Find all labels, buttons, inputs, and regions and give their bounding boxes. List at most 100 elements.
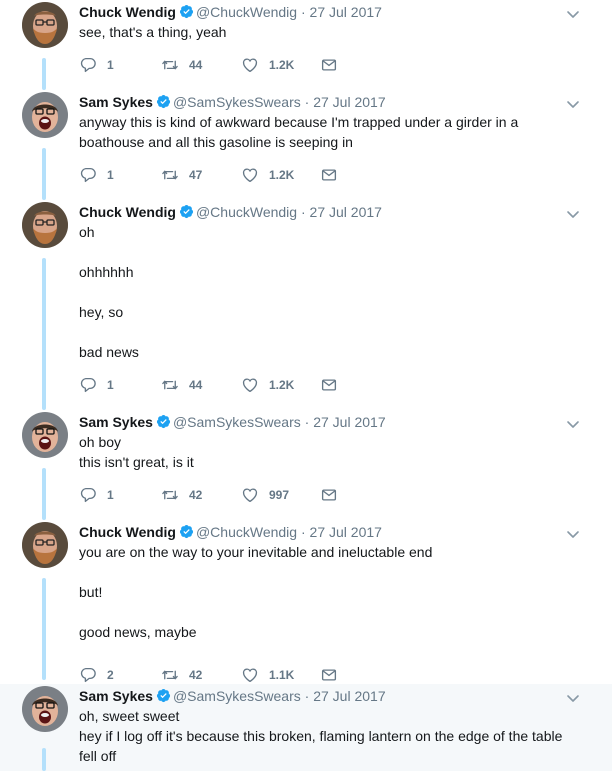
separator-dot: · <box>300 524 306 540</box>
verified-badge-icon <box>179 4 194 19</box>
like-count: 997 <box>269 488 290 502</box>
avatar[interactable] <box>22 92 68 138</box>
avatar[interactable] <box>22 202 68 248</box>
retweet-count: 44 <box>189 58 203 72</box>
avatar[interactable] <box>22 2 68 48</box>
more-options-chevron-down-icon[interactable] <box>565 690 581 706</box>
like-icon <box>241 166 259 184</box>
separator-dot: · <box>304 414 310 430</box>
direct-message-icon <box>320 486 338 504</box>
separator-dot: · <box>300 204 306 220</box>
like-button[interactable]: 1.1K <box>241 665 294 685</box>
author-handle[interactable]: @SamSykesSwears <box>173 414 301 430</box>
thread-connector-line <box>42 578 46 680</box>
like-button[interactable]: 1.2K <box>241 55 294 75</box>
reply-count: 2 <box>107 668 114 682</box>
like-button[interactable]: 1.2K <box>241 375 294 395</box>
direct-message-button[interactable] <box>320 165 338 185</box>
tweet-text-line: you are on the way to your inevitable an… <box>79 544 433 560</box>
direct-message-icon <box>320 56 338 74</box>
author-handle[interactable]: @SamSykesSwears <box>173 94 301 110</box>
bearded-man-avatar-icon <box>22 522 68 568</box>
bearded-man-avatar-icon <box>22 202 68 248</box>
reply-count: 1 <box>107 168 114 182</box>
author-name[interactable]: Chuck Wendig <box>79 204 176 220</box>
reply-button[interactable]: 1 <box>79 165 114 185</box>
tweet-text: you are on the way to your inevitable an… <box>79 542 579 642</box>
more-options-chevron-down-icon[interactable] <box>565 96 581 112</box>
tweet-text-line: good news, maybe <box>79 624 197 640</box>
tweet-text-line: oh <box>79 224 95 240</box>
like-icon <box>241 376 259 394</box>
tweet-date[interactable]: 27 Jul 2017 <box>310 524 382 540</box>
tweet-header: Chuck Wendig @ChuckWendig · 27 Jul 2017 <box>79 202 382 222</box>
reply-icon <box>79 376 97 394</box>
more-options-chevron-down-icon[interactable] <box>565 6 581 22</box>
retweet-button[interactable]: 42 <box>161 665 202 685</box>
retweet-button[interactable]: 42 <box>161 485 202 505</box>
author-name[interactable]: Sam Sykes <box>79 688 153 704</box>
author-handle[interactable]: @ChuckWendig <box>196 524 297 540</box>
more-options-chevron-down-icon[interactable] <box>565 526 581 542</box>
avatar[interactable] <box>22 412 68 458</box>
thread-connector-line <box>42 148 46 200</box>
reply-button[interactable]: 1 <box>79 485 114 505</box>
retweet-button[interactable]: 47 <box>161 165 202 185</box>
direct-message-icon <box>320 666 338 684</box>
author-name[interactable]: Sam Sykes <box>79 414 153 430</box>
author-name[interactable]: Chuck Wendig <box>79 524 176 540</box>
reply-icon <box>79 166 97 184</box>
retweet-count: 42 <box>189 488 203 502</box>
verified-badge-icon <box>156 94 171 109</box>
tweet-date[interactable]: 27 Jul 2017 <box>313 94 385 110</box>
separator-dot: · <box>304 688 310 704</box>
tweet-date[interactable]: 27 Jul 2017 <box>310 4 382 20</box>
tweet-date[interactable]: 27 Jul 2017 <box>313 414 385 430</box>
direct-message-button[interactable] <box>320 485 338 505</box>
retweet-icon <box>161 166 179 184</box>
tweet-actions: 1 47 1.2K <box>79 165 379 185</box>
author-name[interactable]: Chuck Wendig <box>79 4 176 20</box>
more-options-chevron-down-icon[interactable] <box>565 416 581 432</box>
retweet-button[interactable]: 44 <box>161 375 202 395</box>
reply-button[interactable]: 1 <box>79 55 114 75</box>
tweet-date[interactable]: 27 Jul 2017 <box>313 688 385 704</box>
verified-badge-icon <box>156 414 171 429</box>
tweet-actions: 1 42 997 <box>79 485 379 505</box>
retweet-icon <box>161 666 179 684</box>
reply-button[interactable]: 1 <box>79 375 114 395</box>
author-handle[interactable]: @ChuckWendig <box>196 4 297 20</box>
tweet-text-line: hey, so <box>79 304 124 320</box>
retweet-button[interactable]: 44 <box>161 55 202 75</box>
tweet-text-line: hey if I log off it's because this broke… <box>79 728 563 744</box>
reply-icon <box>79 56 97 74</box>
avatar[interactable] <box>22 686 68 732</box>
like-count: 1.1K <box>269 668 295 682</box>
reply-button[interactable]: 2 <box>79 665 114 685</box>
shouting-man-avatar-icon <box>22 92 68 138</box>
tweet-date[interactable]: 27 Jul 2017 <box>310 204 382 220</box>
author-name[interactable]: Sam Sykes <box>79 94 153 110</box>
tweet-thread: Chuck Wendig @ChuckWendig · 27 Jul 2017 se… <box>0 0 612 771</box>
tweet-actions: 1 44 1.2K <box>79 55 379 75</box>
reply-count: 1 <box>107 58 114 72</box>
author-handle[interactable]: @SamSykesSwears <box>173 688 301 704</box>
direct-message-button[interactable] <box>320 55 338 75</box>
tweet-header: Sam Sykes @SamSykesSwears · 27 Jul 2017 <box>79 92 386 112</box>
avatar[interactable] <box>22 522 68 568</box>
reply-count: 1 <box>107 488 114 502</box>
retweet-count: 42 <box>189 668 203 682</box>
direct-message-button[interactable] <box>320 375 338 395</box>
reply-icon <box>79 666 97 684</box>
shouting-man-avatar-icon <box>22 686 68 732</box>
reply-count: 1 <box>107 378 114 392</box>
like-button[interactable]: 1.2K <box>241 165 294 185</box>
tweet-text-line: this isn't great, is it <box>79 454 194 470</box>
direct-message-button[interactable] <box>320 665 338 685</box>
more-options-chevron-down-icon[interactable] <box>565 206 581 222</box>
like-button[interactable]: 997 <box>241 485 289 505</box>
author-handle[interactable]: @ChuckWendig <box>196 204 297 220</box>
